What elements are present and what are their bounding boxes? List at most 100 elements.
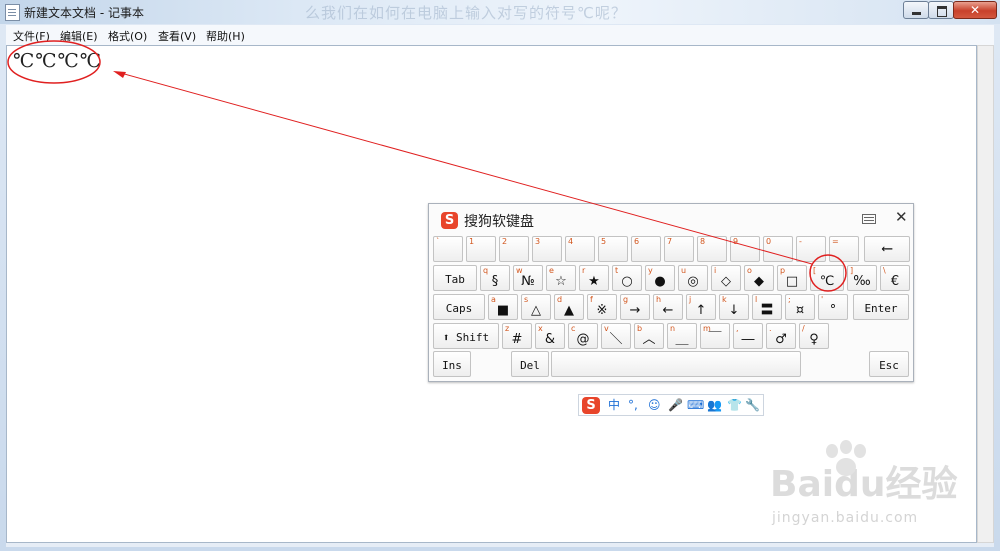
key-1-10[interactable]: p □	[777, 265, 807, 291]
key-3-9[interactable]: . ♂	[766, 323, 796, 349]
keyboard-close-icon[interactable]: ✕	[895, 208, 908, 226]
close-button[interactable]: ✕	[953, 1, 997, 19]
title-bar[interactable]: 新建文本文档 - 记事本 么我们在如何在电脑上输入对写的符号℃呢？ ✕	[0, 0, 1000, 24]
key-main-label: ☆	[555, 274, 567, 289]
key-main-label: §	[491, 274, 499, 289]
key-main-label: @	[576, 332, 590, 347]
key-main-label: ●	[654, 274, 666, 289]
key-2-12[interactable]: Enter	[853, 294, 909, 320]
key-3-1[interactable]: z #	[502, 323, 532, 349]
key-0-1[interactable]: 1	[466, 236, 496, 262]
key-0-13[interactable]: ⟵	[864, 236, 910, 262]
key-1-13[interactable]: \ €	[880, 265, 910, 291]
key-0-8[interactable]: 8	[697, 236, 727, 262]
key-4-3[interactable]: Esc	[869, 351, 909, 377]
keyboard-menu-icon[interactable]	[862, 214, 876, 224]
key-1-6[interactable]: y ●	[645, 265, 675, 291]
key-1-0[interactable]: Tab	[433, 265, 477, 291]
key-main-label: Ins	[442, 359, 462, 372]
sogou-logo-icon[interactable]: S	[582, 397, 600, 414]
keyboard-icon[interactable]: ⌨	[687, 398, 704, 412]
menu-format[interactable]: 格式(O)	[108, 28, 147, 44]
key-0-11[interactable]: -	[796, 236, 826, 262]
key-0-0[interactable]: `	[433, 236, 463, 262]
key-3-6[interactable]: n ＿	[667, 323, 697, 349]
key-1-4[interactable]: r ★	[579, 265, 609, 291]
key-1-11[interactable]: [℃	[810, 265, 844, 291]
key-2-11[interactable]: ' °	[818, 294, 848, 320]
key-3-8[interactable]: , ―	[733, 323, 763, 349]
menu-help[interactable]: 帮助(H)	[206, 28, 245, 44]
microphone-icon[interactable]: 🎤	[668, 398, 683, 412]
key-sub-label: 7	[667, 237, 673, 246]
menu-view[interactable]: 查看(V)	[158, 28, 196, 44]
sogou-soft-keyboard: S 搜狗软键盘 ✕ ` 1 2 3 4 5 6 7 8 9 0 - = ⟵ Tab q § w № e ☆ r ★ t ○ y ● u…	[428, 203, 914, 382]
user-icon[interactable]: 👥	[707, 398, 722, 412]
menu-file[interactable]: 文件(F)	[13, 28, 50, 44]
key-2-1[interactable]: a ■	[488, 294, 518, 320]
key-sub-label: 5	[601, 237, 607, 246]
key-4-0[interactable]: Ins	[433, 351, 471, 377]
key-2-2[interactable]: s △	[521, 294, 551, 320]
key-3-7[interactable]: m ￣	[700, 323, 730, 349]
key-0-3[interactable]: 3	[532, 236, 562, 262]
key-sub-label: 4	[568, 237, 574, 246]
emoji-icon[interactable]: ☺	[648, 398, 661, 412]
maximize-button[interactable]	[928, 1, 954, 19]
key-sub-label: 9	[733, 237, 739, 246]
key-main-label: ￣	[708, 332, 722, 347]
key-3-5[interactable]: b ︿	[634, 323, 664, 349]
key-main-label: ＼	[609, 332, 623, 347]
key-3-3[interactable]: c @	[568, 323, 598, 349]
key-2-3[interactable]: d ▲	[554, 294, 584, 320]
key-2-9[interactable]: l 〓	[752, 294, 782, 320]
chinese-mode-icon[interactable]: 中	[608, 398, 620, 412]
key-1-9[interactable]: o ◆	[744, 265, 774, 291]
key-2-4[interactable]: f ※	[587, 294, 617, 320]
key-2-8[interactable]: k ↓	[719, 294, 749, 320]
key-main-label: ◇	[721, 274, 731, 289]
key-0-5[interactable]: 5	[598, 236, 628, 262]
key-2-7[interactable]: j ↑	[686, 294, 716, 320]
key-4-2[interactable]	[551, 351, 801, 377]
key-main-label: Enter	[864, 302, 898, 315]
key-4-1[interactable]: Del	[511, 351, 549, 377]
key-3-2[interactable]: x &	[535, 323, 565, 349]
menu-edit[interactable]: 编辑(E)	[60, 28, 98, 44]
key-0-4[interactable]: 4	[565, 236, 595, 262]
key-1-3[interactable]: e ☆	[546, 265, 576, 291]
key-0-12[interactable]: =	[829, 236, 859, 262]
key-2-5[interactable]: g →	[620, 294, 650, 320]
key-1-12[interactable]: ] ‰	[847, 265, 877, 291]
wrench-icon[interactable]: 🔧	[745, 398, 760, 412]
keyboard-title: 搜狗软键盘	[464, 214, 534, 230]
key-sub-label: =	[832, 237, 839, 246]
key-0-7[interactable]: 7	[664, 236, 694, 262]
vertical-scrollbar[interactable]	[977, 45, 994, 543]
key-0-2[interactable]: 2	[499, 236, 529, 262]
skin-icon[interactable]: 👕	[727, 398, 742, 412]
key-2-10[interactable]: ; ¤	[785, 294, 815, 320]
menu-bar: 文件(F) 编辑(E) 格式(O) 查看(V) 帮助(H)	[6, 25, 994, 45]
key-0-9[interactable]: 9	[730, 236, 760, 262]
key-main-label: Tab	[445, 273, 465, 286]
key-3-4[interactable]: v ＼	[601, 323, 631, 349]
key-main-label: ↑	[695, 303, 707, 318]
key-0-6[interactable]: 6	[631, 236, 661, 262]
key-1-5[interactable]: t ○	[612, 265, 642, 291]
key-main-label: &	[544, 332, 556, 347]
key-1-8[interactable]: i ◇	[711, 265, 741, 291]
key-2-6[interactable]: h ←	[653, 294, 683, 320]
key-1-7[interactable]: u ◎	[678, 265, 708, 291]
key-2-0[interactable]: Caps	[433, 294, 485, 320]
key-1-2[interactable]: w №	[513, 265, 543, 291]
punctuation-icon[interactable]: °,	[628, 398, 638, 412]
key-main-label: ⟵	[882, 239, 892, 257]
key-main-label: □	[785, 274, 799, 289]
key-3-0[interactable]: ⬆ Shift	[433, 323, 499, 349]
key-1-1[interactable]: q §	[480, 265, 510, 291]
key-0-10[interactable]: 0	[763, 236, 793, 262]
window-bottom-edge	[6, 543, 994, 547]
minimize-button[interactable]	[903, 1, 929, 19]
key-3-10[interactable]: / ♀	[799, 323, 829, 349]
